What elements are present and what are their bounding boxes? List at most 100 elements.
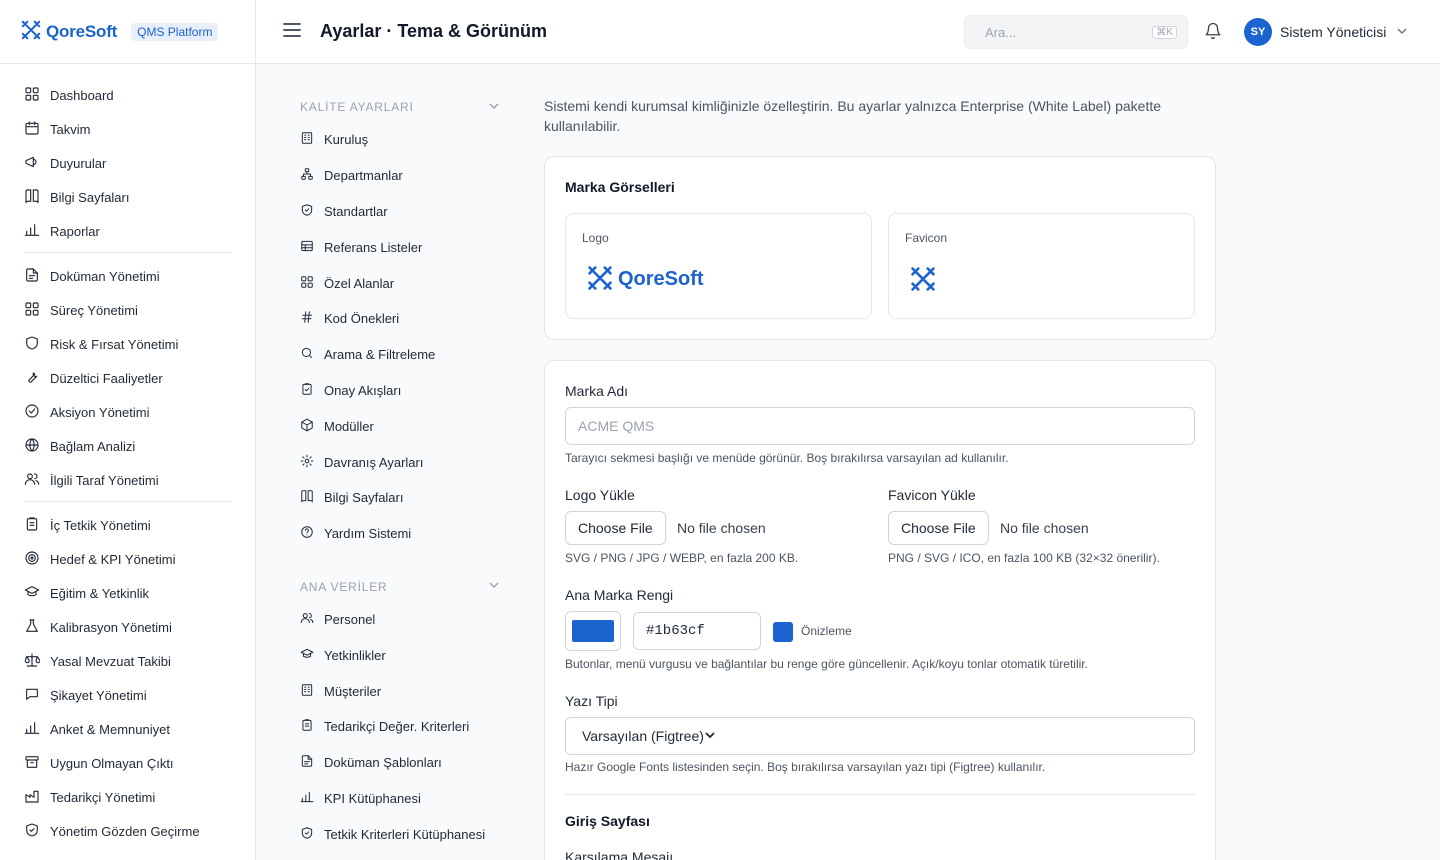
- sidebar-item-kalibrasyon-yonetimi[interactable]: Kalibrasyon Yönetimi: [24, 610, 231, 644]
- brand-area: QoreSoft QMS Platform: [0, 0, 256, 64]
- subnav-item-dokuman-sablonlari[interactable]: Doküman Şablonları: [300, 745, 500, 781]
- sidebar-item-risk-firsat-yonetimi[interactable]: Risk & Fırsat Yönetimi: [24, 327, 231, 361]
- globe-icon: [24, 437, 40, 456]
- subnav-item-kod-onekleri[interactable]: Kod Önekleri: [300, 301, 500, 337]
- subnav-item-ozel-alanlar[interactable]: Özel Alanlar: [300, 265, 500, 301]
- megaphone-icon: [24, 154, 40, 173]
- sidebar-item-tedarikci-yonetimi[interactable]: Tedarikçi Yönetimi: [24, 780, 231, 814]
- top-header: Ayarlar · Tema & Görünüm ⌘K SY Sistem Yö…: [256, 0, 1440, 64]
- sidebar-item-label: Raporlar: [50, 223, 100, 239]
- login-section-title: Giriş Sayfası: [565, 813, 650, 829]
- sidebar-item-aksiyon-yonetimi[interactable]: Aksiyon Yönetimi: [24, 395, 231, 429]
- sidebar-item-raporlar[interactable]: Raporlar: [24, 214, 231, 248]
- graduation-cap-icon: [300, 647, 314, 664]
- sidebar-item-sikayet-yonetimi[interactable]: Şikayet Yönetimi: [24, 678, 231, 712]
- sidebar-item-hedef-kpi-yonetimi[interactable]: Hedef & KPI Yönetimi: [24, 542, 231, 576]
- building-icon: [300, 683, 314, 700]
- sidebar-item-label: Düzeltici Faaliyetler: [50, 370, 163, 386]
- book-icon: [300, 489, 314, 506]
- subnav-item-onay-akislari[interactable]: Onay Akışları: [300, 373, 500, 409]
- subnav-item-yetkinlikler[interactable]: Yetkinlikler: [300, 637, 500, 673]
- color-help: Butonlar, menü vurgusu ve bağlantılar bu…: [565, 657, 1088, 671]
- sidebar-item-takvim[interactable]: Takvim: [24, 112, 231, 146]
- sidebar-item-baglam-analizi[interactable]: Bağlam Analizi: [24, 429, 231, 463]
- user-menu[interactable]: SY Sistem Yöneticisi: [1244, 18, 1408, 46]
- subnav-item-label: Onay Akışları: [324, 382, 402, 398]
- brand-settings-card: Marka Adı Tarayıcı sekmesi başlığı ve me…: [544, 360, 1216, 860]
- favicon-upload-status: No file chosen: [1000, 520, 1089, 536]
- intro-text: Sistemi kendi kurumsal kimliğinizle özel…: [544, 98, 1162, 134]
- sidebar-item-bilgi-sayfalari[interactable]: Bilgi Sayfaları: [24, 180, 231, 214]
- sidebar-item-label: Yasal Mevzuat Takibi: [50, 653, 171, 669]
- sidebar-item-yonetim-gozden-gecirme[interactable]: Yönetim Gözden Geçirme: [24, 814, 231, 848]
- subnav-item-departmanlar[interactable]: Departmanlar: [300, 158, 500, 194]
- favicon-upload-label: Favicon Yükle: [888, 487, 976, 503]
- subnav-item-arama-filtreleme[interactable]: Arama & Filtreleme: [300, 337, 500, 373]
- search-input[interactable]: [985, 24, 1145, 40]
- section-divider: [565, 794, 1195, 795]
- chevron-down-icon: [704, 728, 716, 744]
- scale-icon: [24, 652, 41, 671]
- brand-name-input[interactable]: [565, 407, 1195, 445]
- archive-icon: [24, 754, 40, 773]
- subnav-section-kalite-ayarlari[interactable]: KALİTE AYARLARI: [300, 92, 500, 122]
- subnav-item-bilgi-sayfalari[interactable]: Bilgi Sayfaları: [300, 480, 500, 516]
- sidebar-item-surec-yonetimi[interactable]: Süreç Yönetimi: [24, 293, 231, 327]
- subnav-item-davranis-ayarlari[interactable]: Davranış Ayarları: [300, 444, 500, 480]
- chat-icon: [24, 686, 40, 705]
- sidebar-item-dokuman-yonetimi[interactable]: Doküman Yönetimi: [24, 259, 231, 293]
- color-hex-input[interactable]: [633, 612, 761, 650]
- users-icon: [24, 471, 40, 490]
- qoresoft-logo-icon: [20, 19, 42, 44]
- subnav-item-tedarikci-deger-kriterleri[interactable]: Tedarikçi Değer. Kriterleri: [300, 709, 500, 745]
- search-shortcut-badge: ⌘K: [1152, 25, 1177, 39]
- notifications-button[interactable]: [1204, 22, 1222, 40]
- sidebar-item-duzeltici-faaliyetler[interactable]: Düzeltici Faaliyetler: [24, 361, 231, 395]
- shield-check-icon: [24, 822, 40, 841]
- user-name: Sistem Yöneticisi: [1280, 24, 1387, 40]
- logo-upload-status: No file chosen: [677, 520, 766, 536]
- subnav-item-tetkik-kriterleri-kutuphanesi[interactable]: Tetkik Kriterleri Kütüphanesi: [300, 816, 500, 852]
- sidebar-item-duyurular[interactable]: Duyurular: [24, 146, 231, 180]
- subnav-item-kurulus[interactable]: Kuruluş: [300, 122, 500, 158]
- subnav-section-ana-veriler[interactable]: ANA VERİLER: [300, 572, 500, 602]
- logo-upload-label: Logo Yükle: [565, 487, 635, 503]
- grid-icon: [24, 86, 40, 105]
- sidebar-item-egitim-yetkinlik[interactable]: Eğitim & Yetkinlik: [24, 576, 231, 610]
- subnav-item-label: Müşteriler: [324, 683, 382, 699]
- sidebar-item-label: Süreç Yönetimi: [50, 302, 138, 318]
- font-select[interactable]: Varsayılan (Figtree): [565, 717, 1195, 755]
- logo-upload-button[interactable]: Choose File: [565, 511, 666, 545]
- subnav-section-title: KALİTE AYARLARI: [300, 100, 414, 114]
- subnav-item-standartlar[interactable]: Standartlar: [300, 194, 500, 230]
- sidebar-item-label: Doküman Yönetimi: [50, 268, 160, 284]
- brand-assets-title: Marka Görselleri: [565, 179, 675, 195]
- subnav-item-referans-listeler[interactable]: Referans Listeler: [300, 229, 500, 265]
- subnav-item-moduller[interactable]: Modüller: [300, 408, 500, 444]
- search-box[interactable]: ⌘K: [964, 15, 1188, 49]
- sidebar-item-ic-tetkik-yonetimi[interactable]: İç Tetkik Yönetimi: [24, 508, 231, 542]
- sidebar-item-label: Uygun Olmayan Çıktı: [50, 755, 174, 771]
- favicon-upload-button[interactable]: Choose File: [888, 511, 989, 545]
- subnav-item-label: Personel: [324, 611, 376, 627]
- subnav-item-kpi-kutuphanesi[interactable]: KPI Kütüphanesi: [300, 781, 500, 817]
- sidebar-item-ilgili-taraf-yonetimi[interactable]: İlgili Taraf Yönetimi: [24, 463, 231, 497]
- menu-toggle-button[interactable]: [282, 22, 302, 42]
- sidebar-item-anket-memnuniyet[interactable]: Anket & Memnuniyet: [24, 712, 231, 746]
- color-picker[interactable]: [565, 611, 621, 651]
- subnav-item-label: Referans Listeler: [324, 239, 423, 255]
- document-icon: [300, 754, 314, 771]
- brand-logo[interactable]: QoreSoft: [20, 19, 117, 44]
- sidebar-item-yasal-mevzuat-takibi[interactable]: Yasal Mevzuat Takibi: [24, 644, 231, 678]
- subnav-item-personel[interactable]: Personel: [300, 602, 500, 638]
- subnav-item-label: Standartlar: [324, 203, 388, 219]
- sidebar-item-uygun-olmayan-cikti[interactable]: Uygun Olmayan Çıktı: [24, 746, 231, 780]
- subnav-item-musteriler[interactable]: Müşteriler: [300, 673, 500, 709]
- shield-icon: [24, 335, 40, 354]
- subnav-item-yardim-sistemi[interactable]: Yardım Sistemi: [300, 516, 500, 552]
- sidebar-item-label: Aksiyon Yönetimi: [50, 404, 150, 420]
- sidebar-item-dashboard[interactable]: Dashboard: [24, 78, 231, 112]
- brand-name: QoreSoft: [46, 21, 118, 41]
- book-icon: [24, 188, 40, 207]
- sidebar-item-label: Eğitim & Yetkinlik: [50, 585, 149, 601]
